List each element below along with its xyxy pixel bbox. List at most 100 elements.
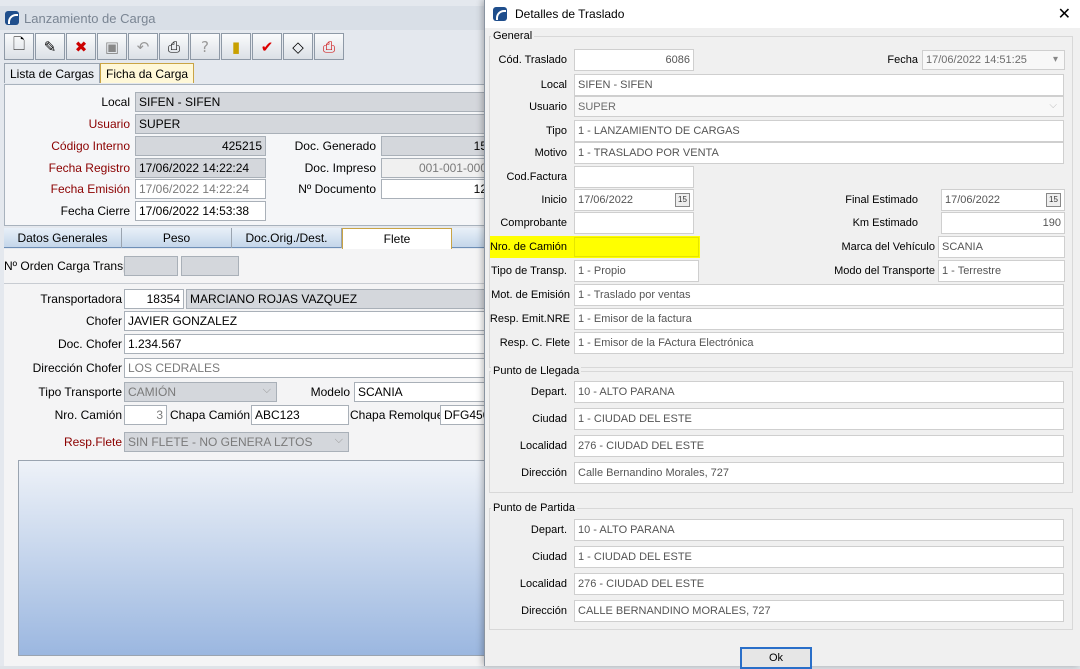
tab-ficha-carga[interactable]: Ficha da Carga bbox=[100, 63, 195, 83]
delete-icon[interactable]: ✖ bbox=[66, 33, 96, 60]
modelo-field[interactable]: SCANIA bbox=[354, 382, 489, 402]
confirm-check-icon[interactable]: ✔ bbox=[252, 33, 282, 60]
direccion-chofer-field[interactable]: LOS CEDRALES bbox=[124, 358, 489, 378]
fecha-cierre-field[interactable]: 17/06/2022 14:53:38 bbox=[135, 201, 266, 221]
cod-traslado-field[interactable]: 6086 bbox=[574, 49, 694, 71]
llegada-localidad-field[interactable]: 276 - CIUDAD DEL ESTE bbox=[574, 435, 1064, 457]
print-cancel-icon[interactable]: ⎙ bbox=[314, 33, 344, 60]
calendar-icon[interactable]: 15 bbox=[1046, 193, 1061, 207]
orden-carga-field-2[interactable] bbox=[181, 256, 239, 276]
subtabs: Datos Generales Peso Doc.Orig./Dest. Fle… bbox=[4, 228, 489, 249]
general-group-title: General bbox=[491, 30, 535, 42]
codigo-interno-field[interactable]: 425215 bbox=[135, 136, 266, 156]
partida-group-title: Punto de Partida bbox=[491, 502, 577, 514]
n-documento-field[interactable]: 12 bbox=[381, 179, 489, 199]
usuario-value: SUPER bbox=[578, 101, 616, 113]
nro-camion-field[interactable]: 3 bbox=[124, 405, 167, 425]
app-logo-icon bbox=[5, 11, 19, 25]
mot-emision-field[interactable]: 1 - Traslado por ventas bbox=[574, 284, 1064, 306]
llegada-direccion-label: Dirección bbox=[521, 467, 567, 479]
new-document-icon[interactable]: 🗋 bbox=[4, 33, 34, 60]
doc-impreso-field[interactable]: 001-001-000 bbox=[381, 158, 489, 178]
cod-traslado-label: Cód. Traslado bbox=[498, 54, 567, 66]
cod-factura-label: Cod.Factura bbox=[506, 171, 567, 183]
local-label: Local bbox=[540, 79, 567, 91]
chapa-camion-label: Chapa Camión bbox=[170, 408, 251, 422]
marca-vehiculo-field[interactable]: SCANIA bbox=[938, 236, 1065, 258]
modelo-label: Modelo bbox=[310, 385, 350, 399]
partida-localidad-label: Localidad bbox=[519, 578, 567, 590]
partida-localidad-field[interactable]: 276 - CIUDAD DEL ESTE bbox=[574, 573, 1064, 595]
tab-peso[interactable]: Peso bbox=[122, 228, 232, 248]
dialog-body: General Cód. Traslado 6086 Fecha 17/06/2… bbox=[485, 28, 1080, 669]
partida-ciudad-field[interactable]: 1 - CIUDAD DEL ESTE bbox=[574, 546, 1064, 568]
chapa-remolque-field[interactable]: DFG456 bbox=[440, 405, 489, 425]
save-icon[interactable]: ▣ bbox=[97, 33, 127, 60]
usuario-label: Usuario bbox=[529, 101, 567, 113]
llegada-depart-label: Depart. bbox=[530, 386, 567, 398]
local-label: Local bbox=[101, 95, 130, 109]
chapa-camion-field[interactable]: ABC123 bbox=[251, 405, 349, 425]
cod-factura-field[interactable] bbox=[574, 166, 694, 188]
tipo-transporte-select[interactable]: CAMIÓN bbox=[124, 382, 277, 402]
chofer-field[interactable]: JAVIER GONZALEZ bbox=[124, 311, 489, 331]
doc-chofer-field[interactable]: 1.234.567 bbox=[124, 334, 489, 354]
modo-transporte-label: Modo del Transporte bbox=[834, 265, 935, 277]
transportadora-label: Transportadora bbox=[40, 292, 122, 306]
nro-camion-field[interactable] bbox=[574, 237, 699, 257]
partida-direccion-label: Dirección bbox=[521, 605, 567, 617]
print-icon[interactable]: ⎙ bbox=[159, 33, 189, 60]
tab-doc-orig-dest[interactable]: Doc.Orig./Dest. bbox=[232, 228, 342, 248]
fecha-registro-field[interactable]: 17/06/2022 14:22:24 bbox=[135, 158, 266, 178]
transportadora-code-field[interactable]: 18354 bbox=[124, 289, 184, 309]
comprobante-field[interactable] bbox=[574, 212, 694, 234]
llegada-ciudad-field[interactable]: 1 - CIUDAD DEL ESTE bbox=[574, 408, 1064, 430]
tipo-transp-field[interactable]: 1 - Propio bbox=[574, 260, 699, 282]
tipo-label: Tipo bbox=[546, 125, 567, 137]
llegada-depart-field[interactable]: 10 - ALTO PARANA bbox=[574, 381, 1064, 403]
llegada-direccion-field[interactable]: Calle Bernandino Morales, 727 bbox=[574, 462, 1064, 484]
motivo-label: Motivo bbox=[534, 147, 567, 159]
final-estimado-field[interactable]: 17/06/2022 15 bbox=[941, 189, 1065, 211]
usuario-field[interactable]: SUPER bbox=[135, 114, 489, 134]
local-field[interactable]: SIFEN - SIFEN bbox=[574, 74, 1064, 96]
fecha-field[interactable]: 17/06/2022 14:51:25 ▾ bbox=[922, 50, 1065, 70]
tab-flete[interactable]: Flete bbox=[342, 228, 452, 249]
motivo-field[interactable]: 1 - TRASLADO POR VENTA bbox=[574, 142, 1064, 164]
tab-lista-cargas[interactable]: Lista de Cargas bbox=[4, 63, 101, 83]
nro-camion-label: Nro. de Camión bbox=[489, 241, 567, 253]
tipo-field[interactable]: 1 - LANZAMIENTO DE CARGAS bbox=[574, 120, 1064, 142]
chapa-remolque-label: Chapa Remolque bbox=[350, 408, 444, 422]
tab-datos-generales[interactable]: Datos Generales bbox=[4, 228, 122, 248]
km-estimado-field[interactable]: 190 bbox=[941, 212, 1065, 234]
resp-flete-select[interactable]: SIN FLETE - NO GENERA LZTOS bbox=[124, 432, 349, 452]
section-divider bbox=[4, 283, 489, 284]
fecha-value: 17/06/2022 14:51:25 bbox=[926, 54, 1027, 66]
partida-depart-field[interactable]: 10 - ALTO PARANA bbox=[574, 519, 1064, 541]
resp-emit-label: Resp. Emit.NRE bbox=[489, 313, 570, 325]
edit-document-icon[interactable]: ✎ bbox=[35, 33, 65, 60]
local-field[interactable]: SIFEN - SIFEN bbox=[135, 92, 489, 112]
nro-camion-label: Nro. Camión bbox=[54, 408, 122, 422]
resp-c-flete-field[interactable]: 1 - Emisor de la FActura Electrónica bbox=[574, 332, 1064, 354]
doc-impreso-label: Doc. Impreso bbox=[304, 161, 376, 175]
partida-direccion-field[interactable]: CALLE BERNANDINO MORALES, 727 bbox=[574, 600, 1064, 622]
calendar-icon[interactable]: 15 bbox=[675, 193, 690, 207]
orden-carga-field-1[interactable] bbox=[124, 256, 178, 276]
close-icon[interactable]: ✕ bbox=[1058, 4, 1071, 23]
transportadora-name-field[interactable]: MARCIANO ROJAS VAZQUEZ bbox=[186, 289, 489, 309]
traslado-dialog: Detalles de Traslado ✕ General Cód. Tras… bbox=[484, 0, 1080, 669]
doc-generado-label: Doc. Generado bbox=[294, 139, 376, 153]
resp-emit-field[interactable]: 1 - Emisor de la factura bbox=[574, 308, 1064, 330]
tipo-transporte-label: Tipo Transporte bbox=[38, 385, 122, 399]
exit-door-icon[interactable]: ▮ bbox=[221, 33, 251, 60]
doc-generado-field[interactable]: 15 bbox=[381, 136, 489, 156]
inicio-field[interactable]: 17/06/2022 15 bbox=[574, 189, 694, 211]
main-titlebar: Lanzamiento de Carga bbox=[0, 6, 489, 30]
eraser-icon[interactable]: ◇ bbox=[283, 33, 313, 60]
fecha-emision-field[interactable]: 17/06/2022 14:22:24 bbox=[135, 179, 266, 199]
modo-transporte-field[interactable]: 1 - Terrestre bbox=[938, 260, 1065, 282]
usuario-select[interactable]: SUPER ⌵ bbox=[574, 96, 1064, 117]
help-icon[interactable]: ? bbox=[190, 33, 220, 60]
undo-icon[interactable]: ↶ bbox=[128, 33, 158, 60]
